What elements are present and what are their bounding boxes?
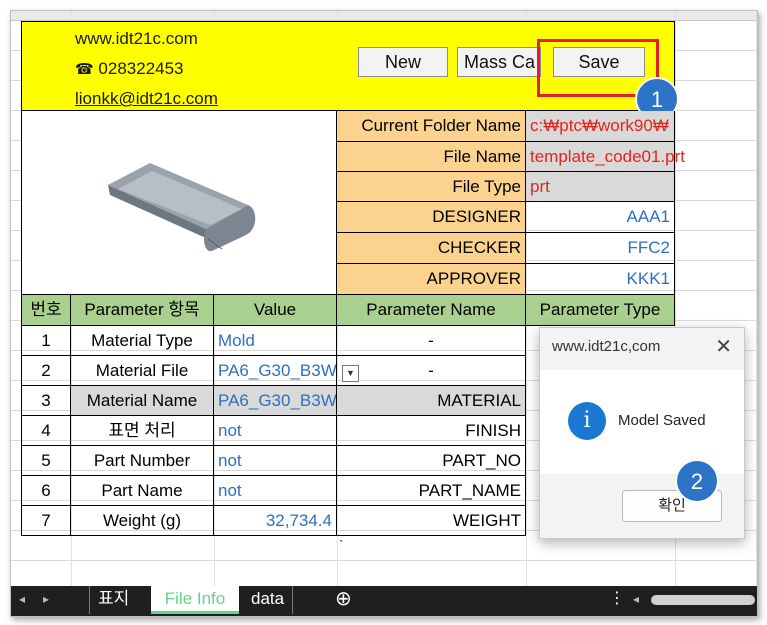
approver-label: APPROVER bbox=[337, 264, 526, 295]
row-7-number: 7 bbox=[21, 506, 71, 536]
dialog-message: Model Saved bbox=[618, 412, 706, 429]
row-5-param-name: PART_NO bbox=[337, 446, 526, 476]
row-4-number: 4 bbox=[21, 416, 71, 446]
mass-calc-button[interactable]: Mass Ca bbox=[457, 47, 541, 77]
row-3-param-name: MATERIAL bbox=[337, 386, 526, 416]
dialog-title: www.idt21c,com bbox=[552, 338, 661, 355]
excel-window: www.idt21c.com ☎ 028322453 lionkk@idt21c… bbox=[10, 10, 758, 617]
checker-label: CHECKER bbox=[337, 233, 526, 264]
row-1-value[interactable]: Mold bbox=[214, 326, 337, 356]
file-name-label: File Name bbox=[337, 142, 526, 172]
scroll-left-icon[interactable]: ◂ bbox=[11, 586, 29, 614]
row-7-item: Weight (g) bbox=[71, 506, 214, 536]
add-sheet-icon[interactable]: ⊕ bbox=[327, 586, 360, 614]
close-icon[interactable]: ✕ bbox=[715, 334, 732, 359]
row-7-value[interactable]: 32,734.4 bbox=[214, 506, 337, 536]
website-link[interactable]: www.idt21c.com bbox=[75, 29, 198, 49]
checker-value[interactable]: FFC2 bbox=[526, 233, 675, 264]
designer-label: DESIGNER bbox=[337, 202, 526, 233]
designer-value[interactable]: AAA1 bbox=[526, 202, 675, 233]
email-link[interactable]: lionkk@idt21c.com bbox=[75, 89, 218, 109]
row-5-number: 5 bbox=[21, 446, 71, 476]
tab-file-info[interactable]: File Info bbox=[151, 586, 239, 614]
callout-badge-2: 2 bbox=[675, 459, 719, 503]
phone-row: ☎ 028322453 bbox=[75, 59, 184, 79]
tab-data[interactable]: data bbox=[243, 586, 294, 614]
row-3-value[interactable]: PA6_G30_B3W bbox=[214, 386, 337, 416]
dialog-body: i Model Saved bbox=[540, 370, 744, 474]
row-2-value[interactable]: PA6_G30_B3W bbox=[214, 356, 337, 386]
row-3-item: Material Name bbox=[71, 386, 214, 416]
horizontal-scrollbar[interactable] bbox=[651, 595, 755, 605]
scroll-right-icon[interactable]: ▸ bbox=[35, 586, 53, 614]
row-1-param-name: - bbox=[337, 326, 526, 356]
row-5-value[interactable]: not bbox=[214, 446, 337, 476]
part-preview-image bbox=[108, 163, 256, 252]
new-button[interactable]: New bbox=[358, 47, 448, 77]
message-dialog: www.idt21c,com ✕ i Model Saved 확인 bbox=[539, 327, 745, 539]
row-2-param-name: - bbox=[337, 356, 526, 386]
row-5-item: Part Number bbox=[71, 446, 214, 476]
row-6-item: Part Name bbox=[71, 476, 214, 506]
stray-mark: ` bbox=[339, 537, 344, 553]
tab-cover[interactable]: 표지 bbox=[89, 586, 137, 614]
row-2-item: Material File bbox=[71, 356, 214, 386]
row-3-number: 3 bbox=[21, 386, 71, 416]
col-header-item: Parameter 항목 bbox=[71, 295, 214, 326]
file-type-label: File Type bbox=[337, 172, 526, 202]
part-preview-area bbox=[21, 111, 337, 295]
col-header-param-type: Parameter Type bbox=[526, 295, 675, 326]
row-4-param-name: FINISH bbox=[337, 416, 526, 446]
row-1-number: 1 bbox=[21, 326, 71, 356]
file-name-value[interactable]: template_code01.prt bbox=[526, 142, 685, 172]
spreadsheet-grid[interactable]: www.idt21c.com ☎ 028322453 lionkk@idt21c… bbox=[11, 11, 757, 586]
row-4-value[interactable]: not bbox=[214, 416, 337, 446]
current-folder-value[interactable]: c:₩ptc₩work90₩ bbox=[526, 111, 675, 142]
row-2-number: 2 bbox=[21, 356, 71, 386]
column-header-strip bbox=[11, 11, 757, 21]
phone-icon: ☎ bbox=[75, 61, 94, 78]
row-6-value[interactable]: not bbox=[214, 476, 337, 506]
col-header-number: 번호 bbox=[21, 295, 71, 326]
col-header-param-name: Parameter Name bbox=[337, 295, 526, 326]
row-6-param-name: PART_NAME bbox=[337, 476, 526, 506]
approver-value[interactable]: KKK1 bbox=[526, 264, 675, 295]
info-icon: i bbox=[568, 402, 606, 440]
current-folder-label: Current Folder Name bbox=[337, 111, 526, 142]
sheet-tab-bar: ◂ ▸ 표지 File Info data ⊕ ⋮ ◂ bbox=[11, 586, 757, 616]
row-6-number: 6 bbox=[21, 476, 71, 506]
col-header-value: Value bbox=[214, 295, 337, 326]
phone-number: 028322453 bbox=[98, 59, 184, 78]
row-7-param-name: WEIGHT bbox=[337, 506, 526, 536]
row-1-item: Material Type bbox=[71, 326, 214, 356]
file-type-value[interactable]: prt bbox=[526, 172, 675, 202]
hscroll-left-icon[interactable]: ◂ bbox=[625, 586, 647, 614]
row-4-item: 표면 처리 bbox=[71, 416, 214, 446]
